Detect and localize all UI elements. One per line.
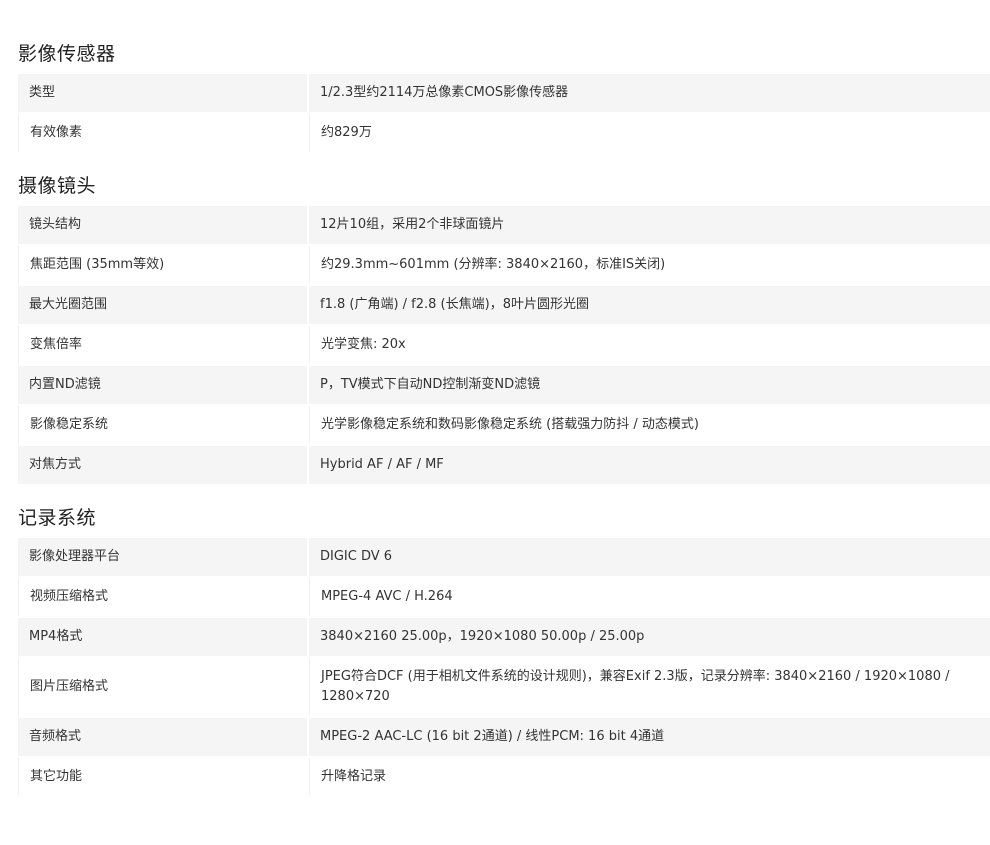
table-row: 变焦倍率 光学变焦: 20x xyxy=(18,326,990,364)
spec-table: 镜头结构 12片10组，采用2个非球面镜片 焦距范围 (35mm等效) 约29.… xyxy=(18,206,990,484)
section-camera-lens: 摄像镜头 镜头结构 12片10组，采用2个非球面镜片 焦距范围 (35mm等效)… xyxy=(18,174,990,484)
row-value: 光学影像稳定系统和数码影像稳定系统 (搭载强力防抖 / 动态模式) xyxy=(309,406,990,444)
row-value: 升降格记录 xyxy=(309,758,990,796)
row-label: 镜头结构 xyxy=(18,206,307,244)
table-row: 焦距范围 (35mm等效) 约29.3mm~601mm (分辨率: 3840×2… xyxy=(18,246,990,284)
row-value: 3840×2160 25.00p，1920×1080 50.00p / 25.0… xyxy=(309,618,990,656)
row-label: 影像稳定系统 xyxy=(18,406,307,444)
table-row: 影像稳定系统 光学影像稳定系统和数码影像稳定系统 (搭载强力防抖 / 动态模式) xyxy=(18,406,990,444)
row-label: 有效像素 xyxy=(18,114,307,152)
row-label: 对焦方式 xyxy=(18,446,307,484)
table-row: 最大光圈范围 f1.8 (广角端) / f2.8 (长焦端)，8叶片圆形光圈 xyxy=(18,286,990,324)
spec-page: 影像传感器 类型 1/2.3型约2114万总像素CMOS影像传感器 有效像素 约… xyxy=(0,0,990,845)
row-value: MPEG-2 AAC-LC (16 bit 2通道) / 线性PCM: 16 b… xyxy=(309,718,990,756)
section-title: 记录系统 xyxy=(18,507,97,529)
row-value: MPEG-4 AVC / H.264 xyxy=(309,578,990,616)
row-label: 图片压缩格式 xyxy=(18,658,307,716)
table-row: 对焦方式 Hybrid AF / AF / MF xyxy=(18,446,990,484)
row-label: 焦距范围 (35mm等效) xyxy=(18,246,307,284)
row-value: f1.8 (广角端) / f2.8 (长焦端)，8叶片圆形光圈 xyxy=(309,286,990,324)
table-row: 影像处理器平台 DIGIC DV 6 xyxy=(18,538,990,576)
row-label: 影像处理器平台 xyxy=(18,538,307,576)
row-label: 内置ND滤镜 xyxy=(18,366,307,404)
spec-table: 类型 1/2.3型约2114万总像素CMOS影像传感器 有效像素 约829万 xyxy=(18,74,990,152)
row-value: 光学变焦: 20x xyxy=(309,326,990,364)
row-value: 12片10组，采用2个非球面镜片 xyxy=(309,206,990,244)
row-value: Hybrid AF / AF / MF xyxy=(309,446,990,484)
table-row: 内置ND滤镜 P，TV模式下自动ND控制渐变ND滤镜 xyxy=(18,366,990,404)
row-label: 其它功能 xyxy=(18,758,307,796)
section-image-sensor: 影像传感器 类型 1/2.3型约2114万总像素CMOS影像传感器 有效像素 约… xyxy=(18,42,990,152)
table-row: MP4格式 3840×2160 25.00p，1920×1080 50.00p … xyxy=(18,618,990,656)
table-row: 镜头结构 12片10组，采用2个非球面镜片 xyxy=(18,206,990,244)
row-value: JPEG符合DCF (用于相机文件系统的设计规则)，兼容Exif 2.3版，记录… xyxy=(309,658,990,716)
row-value: P，TV模式下自动ND控制渐变ND滤镜 xyxy=(309,366,990,404)
row-value: 约829万 xyxy=(309,114,990,152)
row-value: 1/2.3型约2114万总像素CMOS影像传感器 xyxy=(309,74,990,112)
section-title: 影像传感器 xyxy=(18,43,116,65)
section-title: 摄像镜头 xyxy=(18,175,97,197)
table-row: 其它功能 升降格记录 xyxy=(18,758,990,796)
row-value: 约29.3mm~601mm (分辨率: 3840×2160，标准IS关闭) xyxy=(309,246,990,284)
row-label: MP4格式 xyxy=(18,618,307,656)
table-row: 类型 1/2.3型约2114万总像素CMOS影像传感器 xyxy=(18,74,990,112)
row-value: DIGIC DV 6 xyxy=(309,538,990,576)
row-label: 视频压缩格式 xyxy=(18,578,307,616)
row-label: 最大光圈范围 xyxy=(18,286,307,324)
table-row: 图片压缩格式 JPEG符合DCF (用于相机文件系统的设计规则)，兼容Exif … xyxy=(18,658,990,716)
table-row: 视频压缩格式 MPEG-4 AVC / H.264 xyxy=(18,578,990,616)
table-row: 有效像素 约829万 xyxy=(18,114,990,152)
row-label: 类型 xyxy=(18,74,307,112)
row-label: 变焦倍率 xyxy=(18,326,307,364)
section-recording-system: 记录系统 影像处理器平台 DIGIC DV 6 视频压缩格式 MPEG-4 AV… xyxy=(18,506,990,796)
table-row: 音频格式 MPEG-2 AAC-LC (16 bit 2通道) / 线性PCM:… xyxy=(18,718,990,756)
row-label: 音频格式 xyxy=(18,718,307,756)
spec-table: 影像处理器平台 DIGIC DV 6 视频压缩格式 MPEG-4 AVC / H… xyxy=(18,538,990,796)
